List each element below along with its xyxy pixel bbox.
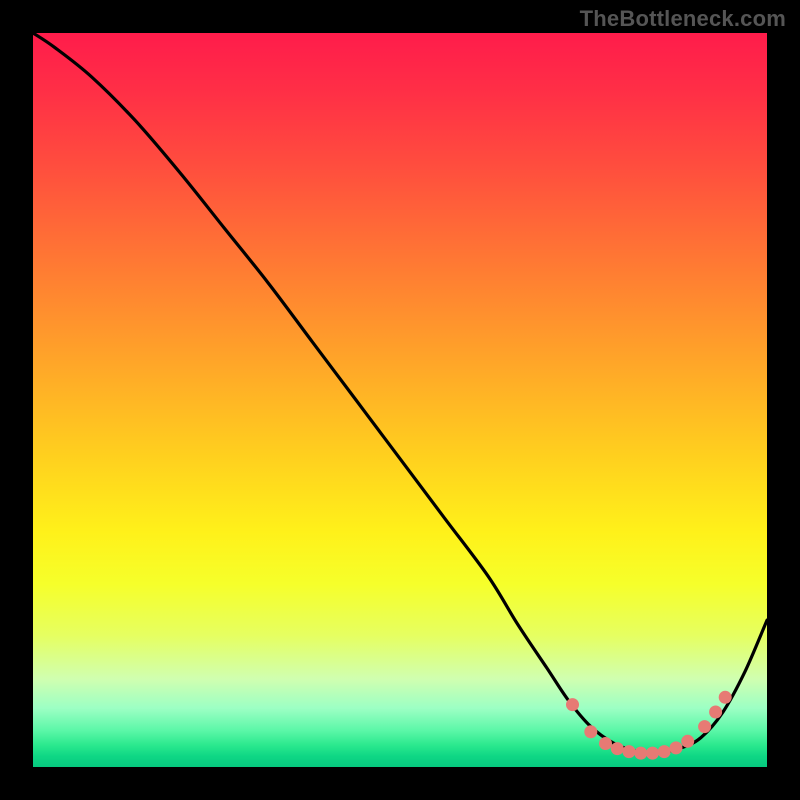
bottleneck-curve [33, 33, 767, 752]
watermark-text: TheBottleneck.com [580, 6, 786, 32]
marker-dot [670, 741, 683, 754]
marker-dot [584, 725, 597, 738]
marker-dot [566, 698, 579, 711]
marker-dot [599, 737, 612, 750]
marker-dot [634, 747, 647, 760]
marker-dot [709, 706, 722, 719]
marker-dot [698, 720, 711, 733]
chart-stage: TheBottleneck.com [0, 0, 800, 800]
curve-layer [33, 33, 767, 752]
marker-dot [719, 691, 732, 704]
marker-dot [681, 735, 694, 748]
marker-dot [611, 742, 624, 755]
marker-dot [623, 745, 636, 758]
marker-dot [658, 745, 671, 758]
chart-svg [33, 33, 767, 767]
marker-dot [646, 747, 659, 760]
plot-area [33, 33, 767, 767]
